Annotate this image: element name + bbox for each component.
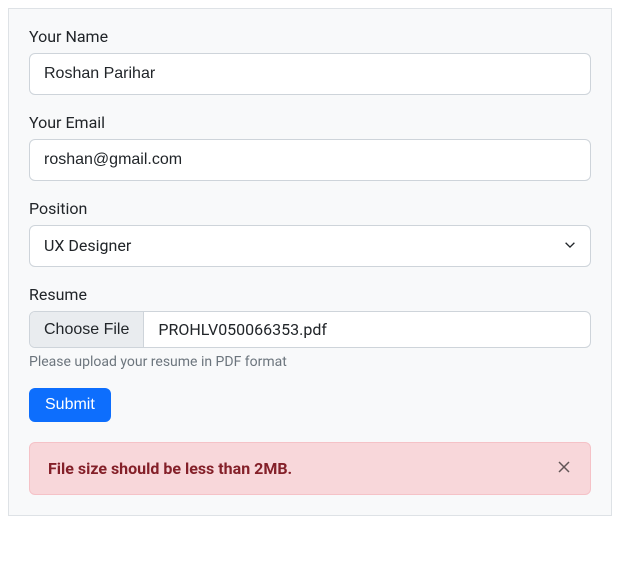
email-input[interactable]: [29, 139, 591, 181]
name-group: Your Name: [29, 27, 591, 95]
form-container: Your Name Your Email Position UX Designe…: [8, 8, 612, 516]
alert-message: File size should be less than 2MB.: [48, 459, 292, 478]
error-alert: File size should be less than 2MB.: [29, 442, 591, 495]
file-name-display: PROHLV050066353.pdf: [144, 312, 590, 347]
close-button[interactable]: [556, 459, 572, 478]
submit-button[interactable]: Submit: [29, 388, 111, 422]
resume-group: Resume Choose File PROHLV050066353.pdf P…: [29, 285, 591, 370]
choose-file-button[interactable]: Choose File: [30, 312, 144, 347]
email-group: Your Email: [29, 113, 591, 181]
email-label: Your Email: [29, 113, 591, 132]
resume-label: Resume: [29, 285, 591, 304]
position-group: Position UX Designer: [29, 199, 591, 267]
name-input[interactable]: [29, 53, 591, 95]
position-select-wrapper: UX Designer: [29, 225, 591, 267]
position-label: Position: [29, 199, 591, 218]
file-input[interactable]: Choose File PROHLV050066353.pdf: [29, 311, 591, 348]
resume-help-text: Please upload your resume in PDF format: [29, 354, 591, 370]
close-icon: [556, 459, 572, 478]
name-label: Your Name: [29, 27, 591, 46]
position-select[interactable]: UX Designer: [29, 225, 591, 267]
